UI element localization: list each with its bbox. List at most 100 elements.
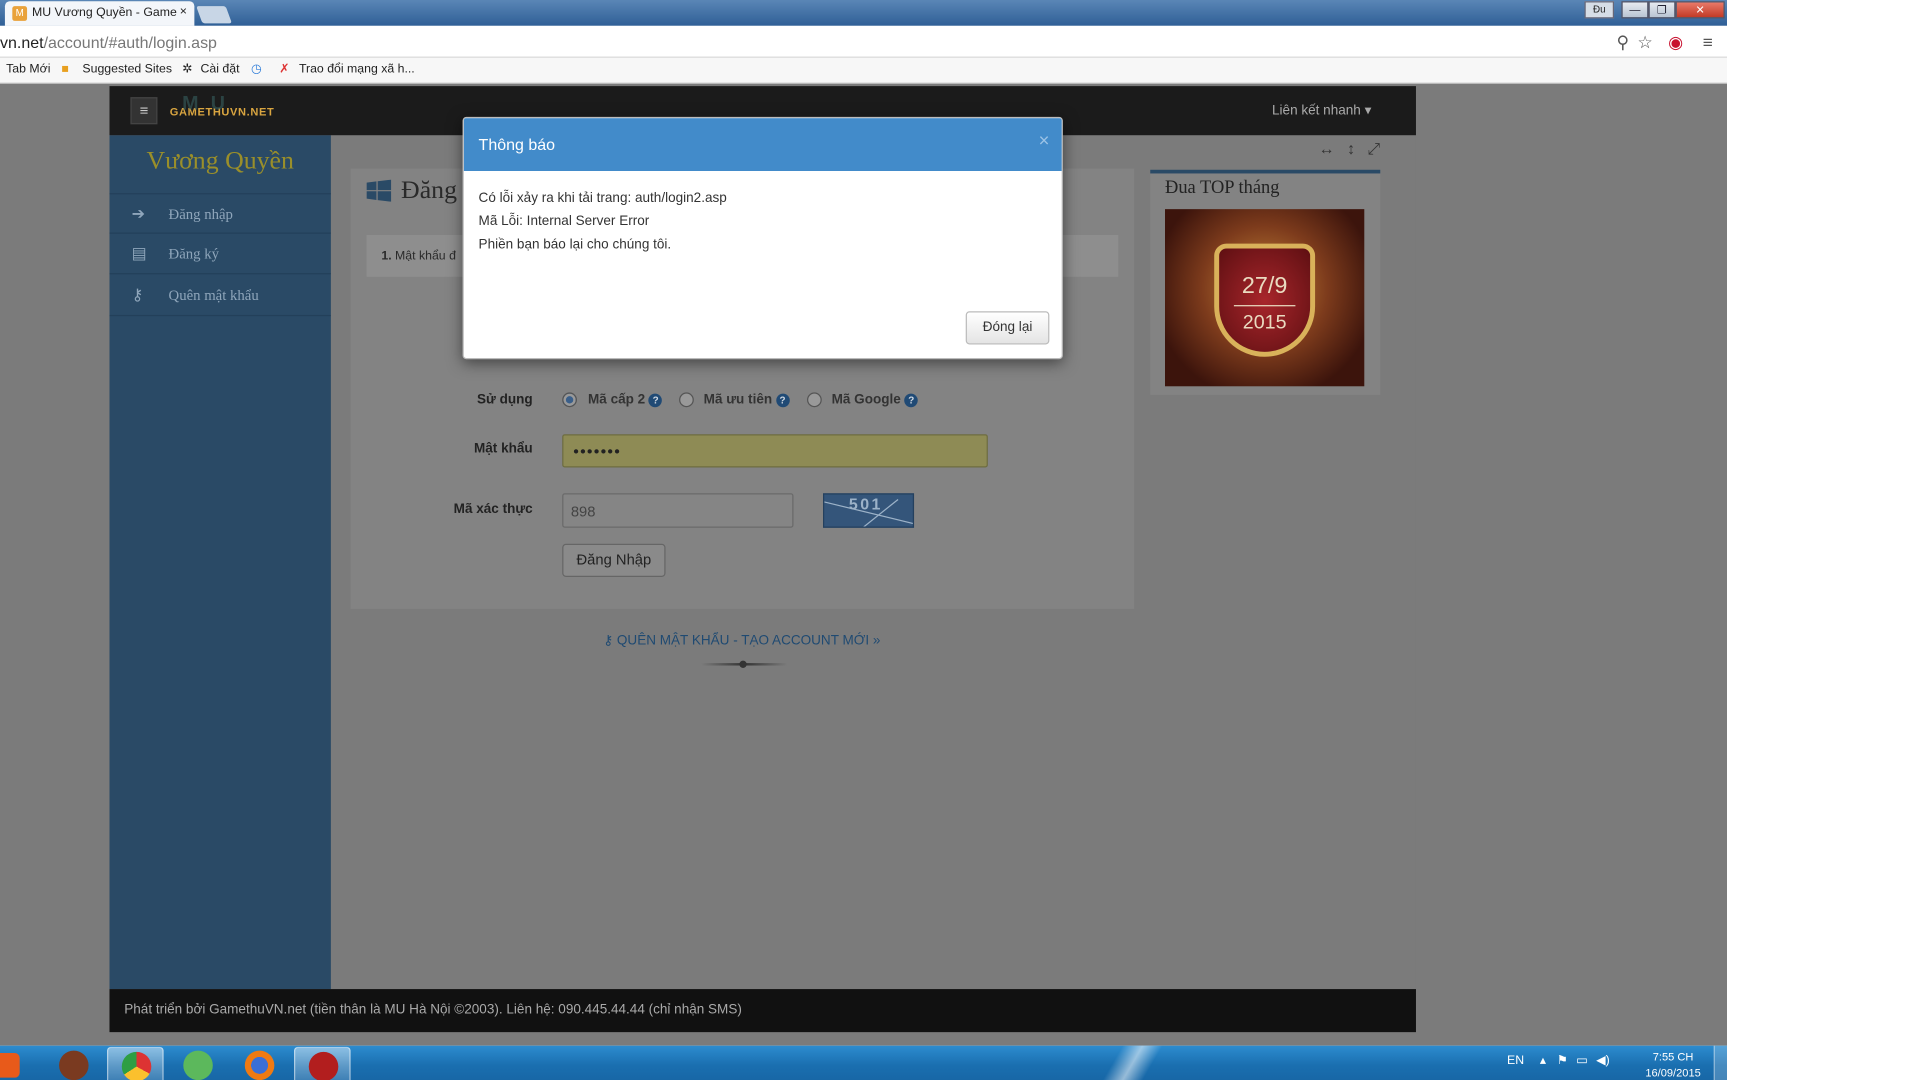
modal-line-error: Có lỗi xảy ra khi tải trang: auth/login2… (478, 190, 727, 206)
fullscreen-icon[interactable]: ⤢ (1367, 139, 1392, 157)
caret-down-icon: ▾ (1364, 103, 1372, 119)
expand-vertical-icon[interactable]: ↕ (1347, 139, 1367, 157)
suggested-sites-icon: ■ (61, 62, 69, 77)
address-bar[interactable]: vn.net/account/#auth/login.asp ⚲ ☆ ◉ ≡ (0, 25, 1727, 58)
sidebar-item-label: Quên mật khẩu (168, 286, 259, 304)
favicon-icon: M (12, 6, 28, 21)
help-icon[interactable]: ? (775, 393, 790, 408)
badge-date: 27/9 (1241, 273, 1288, 299)
close-window-button[interactable]: ✕ (1675, 1, 1725, 19)
page-title: Đăng (401, 174, 458, 205)
modal-line-code: Mã Lỗi: Internal Server Error (478, 214, 650, 229)
radio-label-level2[interactable]: Mã cấp 2? (588, 392, 663, 408)
logo-mu: MU (182, 93, 238, 115)
x-logo-icon: ✗ (279, 62, 290, 77)
radio-label-google[interactable]: Mã Google? (832, 392, 919, 408)
bookmark-suggested-sites[interactable]: Suggested Sites (82, 63, 172, 77)
captcha-input[interactable]: 898 (562, 493, 794, 528)
window-title-bar (0, 0, 1727, 26)
bookmarks-bar: Tab Mới ■ Suggested Sites ✲ Cài đặt ◷ ✗ … (0, 57, 1727, 84)
expand-horizontal-icon[interactable]: ↔ (1319, 139, 1347, 157)
game-icon (59, 1050, 89, 1080)
media-player-icon[interactable] (0, 1053, 20, 1078)
password-input[interactable]: ••••••• (562, 434, 988, 468)
clock-date: 16/09/2015 (1645, 1066, 1701, 1079)
minimize-button[interactable]: — (1621, 1, 1649, 19)
login-button[interactable]: Đăng Nhập (562, 543, 666, 577)
layout-tools: ↔↕⤢ (1319, 139, 1393, 159)
show-desktop-button[interactable] (1713, 1045, 1727, 1080)
account-links[interactable]: ⚷ QUÊN MẬT KHẨU - TẠO ACCOUNT MỚI » (331, 632, 1153, 649)
compass-icon: ◷ (250, 62, 262, 77)
bookmark-social[interactable]: Trao đổi mạng xã h... (299, 63, 415, 77)
radio-label-priority[interactable]: Mã ưu tiên? (704, 392, 790, 408)
key-icon[interactable]: ⚲ (1616, 32, 1629, 53)
sidebar-item-label: Đăng nhập (168, 205, 233, 223)
windows-logo-icon (366, 179, 392, 202)
clock-time: 7:55 CH (1652, 1050, 1694, 1063)
top-month-title: Đua TOP tháng (1164, 178, 1280, 199)
key-icon: ⚷ (603, 633, 614, 649)
sidebar-item-login[interactable]: ➔ Đăng nhập (109, 193, 331, 234)
star-icon[interactable]: ☆ (1637, 32, 1652, 53)
url-text[interactable]: vn.net/account/#auth/login.asp (0, 33, 217, 51)
sign-in-icon: ➔ (131, 204, 146, 223)
captcha-image[interactable]: 501 (823, 493, 915, 528)
event-banner-image[interactable]: 27/9 2015 (1164, 209, 1365, 387)
mu-app-icon (308, 1051, 339, 1080)
modal-line-request: Phiền bạn báo lại cho chúng tôi. (478, 237, 672, 253)
tray-expand-icon[interactable]: ▴ (1540, 1054, 1546, 1068)
quick-links-dropdown[interactable]: Liên kết nhanh ▾ (1272, 102, 1371, 118)
chrome-icon (121, 1051, 152, 1080)
shield-emblem: 27/9 2015 (1214, 243, 1316, 357)
flag-icon[interactable]: ⚑ (1557, 1054, 1568, 1068)
modal-close-icon[interactable]: × (1039, 130, 1050, 151)
clock[interactable]: 7:55 CH 16/09/2015 (1636, 1049, 1710, 1080)
profile-button[interactable]: Đu (1584, 1, 1615, 19)
network-icon[interactable]: ▭ (1576, 1054, 1588, 1068)
captcha-label: Mã xác thực (453, 501, 533, 517)
taskbar-game-app[interactable] (46, 1047, 103, 1080)
document-icon: ▤ (131, 243, 147, 263)
sidebar-item-register[interactable]: ▤ Đăng ký (109, 234, 331, 275)
radio-level2-code[interactable] (562, 392, 577, 408)
modal-close-button[interactable]: Đóng lại (965, 311, 1050, 345)
hamburger-menu-icon[interactable]: ≡ (130, 97, 158, 125)
radio-priority-code[interactable] (679, 392, 694, 408)
bookmark-new-tab[interactable]: Tab Mới (6, 63, 50, 77)
key-icon: ⚷ (131, 285, 144, 304)
browser-tab[interactable]: M MU Vương Quyền - Game × (4, 1, 195, 26)
use-label: Sử dụng (477, 392, 533, 408)
modal-body: Có lỗi xảy ra khi tải trang: auth/login2… (479, 187, 727, 257)
password-label: Mật khẩu (474, 441, 533, 457)
site-footer: Phát triển bởi GamethuVN.net (tiền thân … (109, 989, 1416, 1033)
restore-button[interactable]: ❐ (1648, 1, 1676, 19)
language-indicator[interactable]: EN (1507, 1054, 1524, 1068)
brand-title: Vương Quyền (146, 145, 294, 175)
tab-title: MU Vương Quyền - Game (31, 6, 177, 20)
new-tab-button[interactable] (196, 6, 232, 24)
notification-modal: Thông báo × Có lỗi xảy ra khi tải trang:… (462, 116, 1063, 360)
modal-header: Thông báo × (463, 118, 1062, 171)
taskbar-mu-app[interactable] (294, 1046, 351, 1080)
taskbar-chrome[interactable] (107, 1046, 164, 1080)
ornament-divider (701, 660, 788, 668)
bookmark-settings[interactable]: Cài đặt (201, 63, 240, 77)
help-icon[interactable]: ? (904, 393, 919, 408)
modal-title: Thông báo (478, 135, 556, 154)
volume-icon[interactable]: ◀) (1596, 1054, 1610, 1068)
taskbar-firefox[interactable] (231, 1047, 288, 1080)
sidebar-item-forgot-password[interactable]: ⚷ Quên mật khẩu (109, 276, 331, 317)
gear-icon: ✲ (182, 62, 193, 77)
badge-year: 2015 (1242, 312, 1287, 334)
sidebar-item-label: Đăng ký (168, 244, 219, 263)
site-logo[interactable]: MU GAMETHUVN.NET (170, 93, 291, 123)
opera-icon[interactable]: ◉ (1668, 32, 1683, 53)
help-icon[interactable]: ? (648, 393, 663, 408)
tab-close-icon[interactable]: × (180, 5, 187, 19)
menu-icon[interactable]: ≡ (1703, 32, 1713, 52)
radio-google-code[interactable] (807, 392, 822, 408)
taskbar-app-green[interactable] (170, 1047, 227, 1080)
firefox-icon (244, 1050, 275, 1080)
system-tray: EN ▴ ⚑ ▭ ◀) (1507, 1054, 1610, 1068)
